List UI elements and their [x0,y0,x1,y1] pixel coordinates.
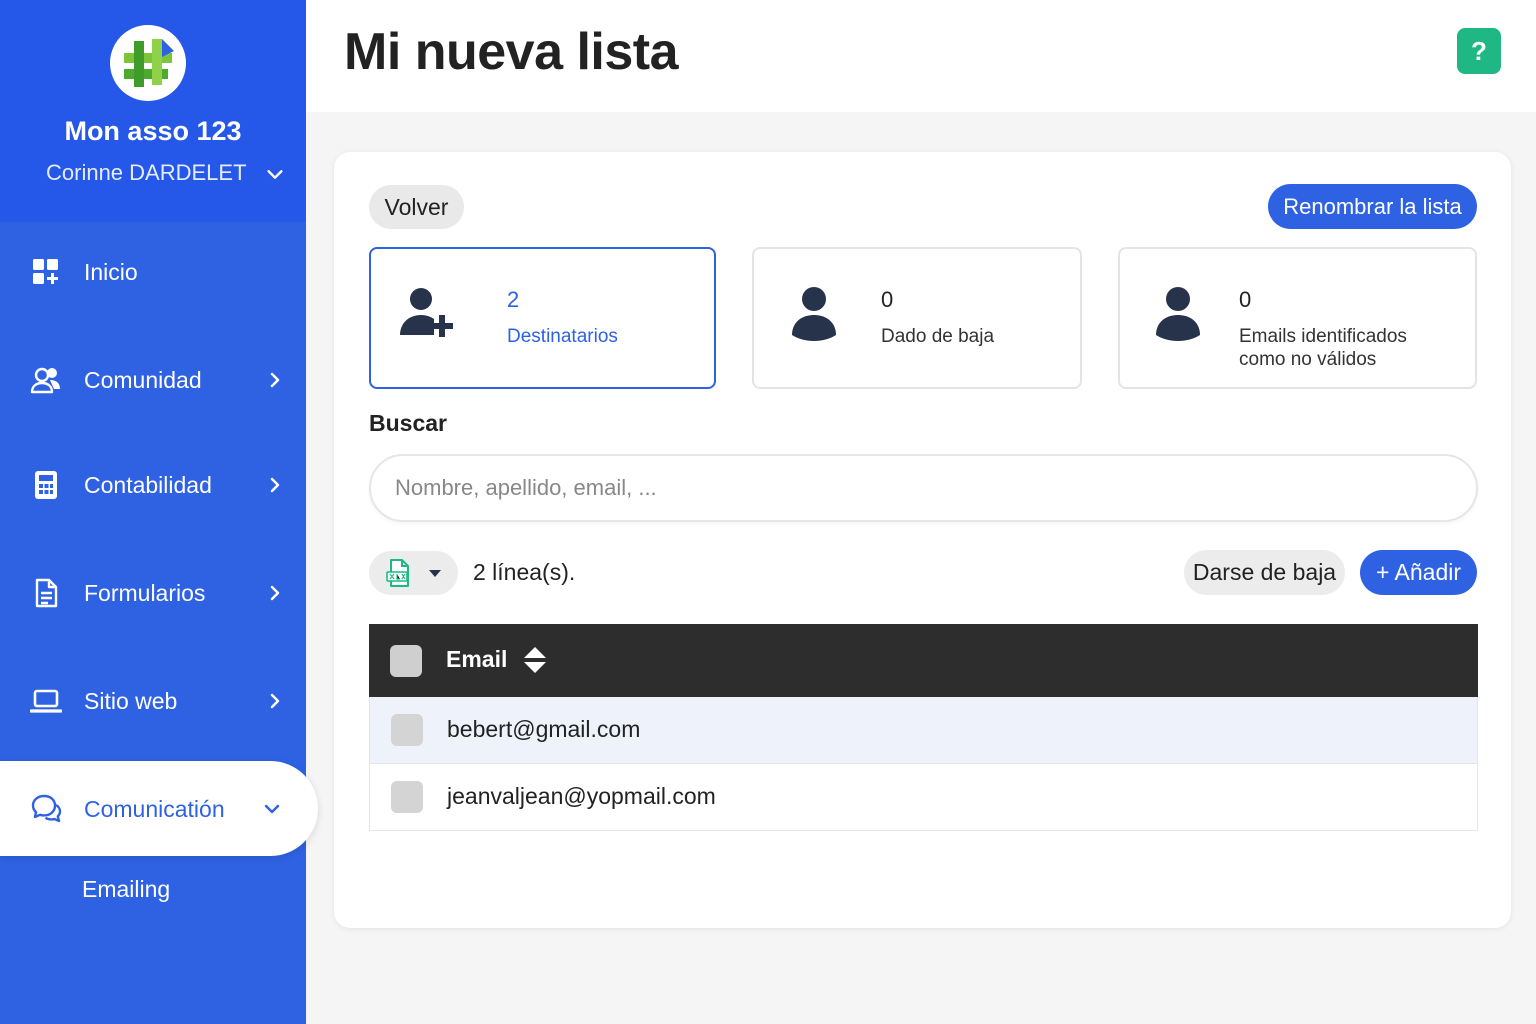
lines-count: 2 línea(s). [473,559,576,585]
back-button[interactable]: Volver [369,185,464,229]
help-button[interactable]: ? [1457,28,1501,74]
users-icon [30,367,60,394]
stat-card-recipients[interactable]: 2 Destinatarios [369,247,716,389]
stat-card-invalid[interactable]: 0 Emails identificados como no válidos [1118,247,1477,389]
stat-label: Emails identificados como no válidos [1239,326,1407,370]
excel-file-icon [386,559,409,587]
row-checkbox[interactable] [391,714,423,746]
search-label: Buscar [369,410,447,436]
list-card: Volver Renombrar la lista 2 Destinatario… [334,152,1511,928]
dashboard-icon [33,259,58,284]
document-icon [35,578,58,608]
sidebar-item-label: Formularios [84,579,206,606]
select-all-checkbox[interactable] [390,645,422,677]
chat-icon [31,794,62,823]
column-header-email[interactable]: Email [446,646,507,673]
user-icon [792,287,836,341]
chevron-right-icon [270,693,280,709]
sidebar-item-inicio[interactable]: Inicio [0,242,306,302]
sidebar-item-sitio-web[interactable]: Sitio web [0,671,306,731]
user-icon [1156,287,1200,341]
stat-label: Destinatarios [507,326,618,347]
sidebar-item-comunidad[interactable]: Comunidad [0,350,306,410]
rename-list-button[interactable]: Renombrar la lista [1268,184,1477,229]
sidebar-item-formularios[interactable]: Formularios [0,563,306,623]
recipients-table: Email bebert@gmail.com jeanvaljean@yopma… [369,624,1478,831]
user-name[interactable]: Corinne DARDELET [46,160,247,186]
laptop-icon [30,689,62,713]
sidebar-item-label: Comunicatión [84,796,225,822]
stat-card-unsubscribed[interactable]: 0 Dado de baja [752,247,1082,389]
page-title: Mi nueva lista [344,23,679,81]
chevron-down-icon [264,804,280,814]
chevron-right-icon [270,585,280,601]
export-excel-button[interactable] [369,551,458,595]
chevron-right-icon [270,477,280,493]
sidebar-item-label: Comunidad [84,366,202,393]
chevron-down-icon[interactable] [264,163,286,185]
unsubscribe-button[interactable]: Darse de baja [1184,550,1345,595]
user-plus-icon [400,288,453,337]
table-row[interactable]: bebert@gmail.com [369,697,1478,764]
stat-value: 0 [881,287,894,312]
sidebar-item-contabilidad[interactable]: Contabilidad [0,455,306,515]
table-header: Email [369,624,1478,697]
org-name: Mon asso 123 [64,116,242,146]
caret-down-icon [429,570,441,577]
sidebar-header: Mon asso 123 Corinne DARDELET [0,0,306,222]
stat-value: 2 [507,287,520,312]
sort-icon[interactable] [523,645,547,675]
sidebar-item-label: Sitio web [84,687,178,714]
sidebar: Mon asso 123 Corinne DARDELET Inicio Com… [0,0,318,1024]
add-button[interactable]: + Añadir [1360,550,1477,595]
header: Mi nueva lista ? [306,0,1536,112]
email-cell: bebert@gmail.com [447,716,641,742]
org-logo[interactable] [110,25,186,101]
sidebar-subitem-emailing[interactable]: Emailing [82,876,170,903]
stat-value: 0 [1239,287,1252,312]
chevron-right-icon [270,372,280,388]
sidebar-item-label: Inicio [84,258,138,285]
sidebar-item-comunicacion[interactable]: Comunicatión [0,761,318,856]
stat-label: Dado de baja [881,326,995,347]
email-cell: jeanvaljean@yopmail.com [447,783,716,809]
calculator-icon [35,471,57,499]
table-row[interactable]: jeanvaljean@yopmail.com [369,764,1478,831]
sidebar-item-label: Contabilidad [84,471,212,498]
row-checkbox[interactable] [391,781,423,813]
search-input[interactable] [369,454,1478,522]
